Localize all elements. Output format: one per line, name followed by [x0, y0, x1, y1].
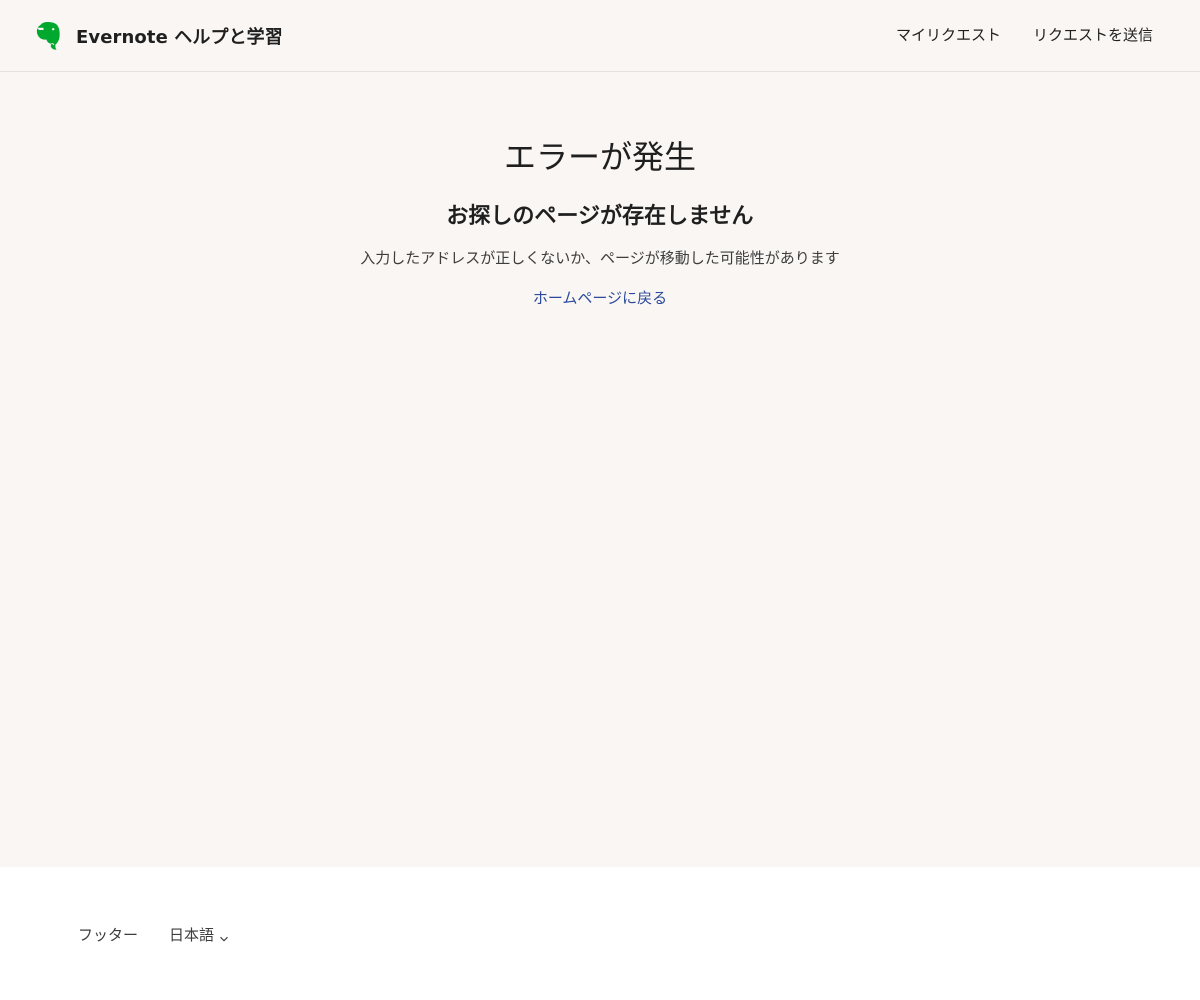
evernote-elephant-icon: [35, 21, 61, 51]
error-subheading: お探しのページが存在しません: [446, 204, 754, 229]
back-to-home-link[interactable]: ホームページに戻る: [533, 289, 667, 307]
error-message: 入力したアドレスが正しくないか、ページが移動した可能性があります: [360, 249, 840, 267]
language-selector[interactable]: 日本語: [169, 924, 229, 945]
footer-label: フッター: [78, 926, 139, 944]
main-content: エラーが発生 お探しのページが存在しません 入力したアドレスが正しくないか、ペー…: [0, 72, 1200, 867]
footer-row: フッター 日本語: [78, 924, 229, 945]
site-footer: フッター 日本語: [0, 867, 1200, 1000]
error-heading: エラーが発生: [503, 138, 696, 176]
brand-home-link[interactable]: Evernote ヘルプと学習: [35, 20, 283, 52]
home-link-wrap: ホームページに戻る: [0, 287, 1200, 308]
site-header: Evernote ヘルプと学習 マイリクエスト リクエストを送信: [0, 0, 1200, 72]
my-requests-link[interactable]: マイリクエスト: [896, 24, 1001, 45]
chevron-down-icon: [219, 930, 229, 941]
language-label: 日本語: [169, 926, 215, 944]
brand-title: Evernote ヘルプと学習: [76, 27, 283, 48]
submit-request-link[interactable]: リクエストを送信: [1033, 24, 1153, 45]
header-nav: マイリクエスト リクエストを送信: [864, 24, 1153, 45]
page: Evernote ヘルプと学習 マイリクエスト リクエストを送信 エラーが発生 …: [0, 0, 1200, 1000]
